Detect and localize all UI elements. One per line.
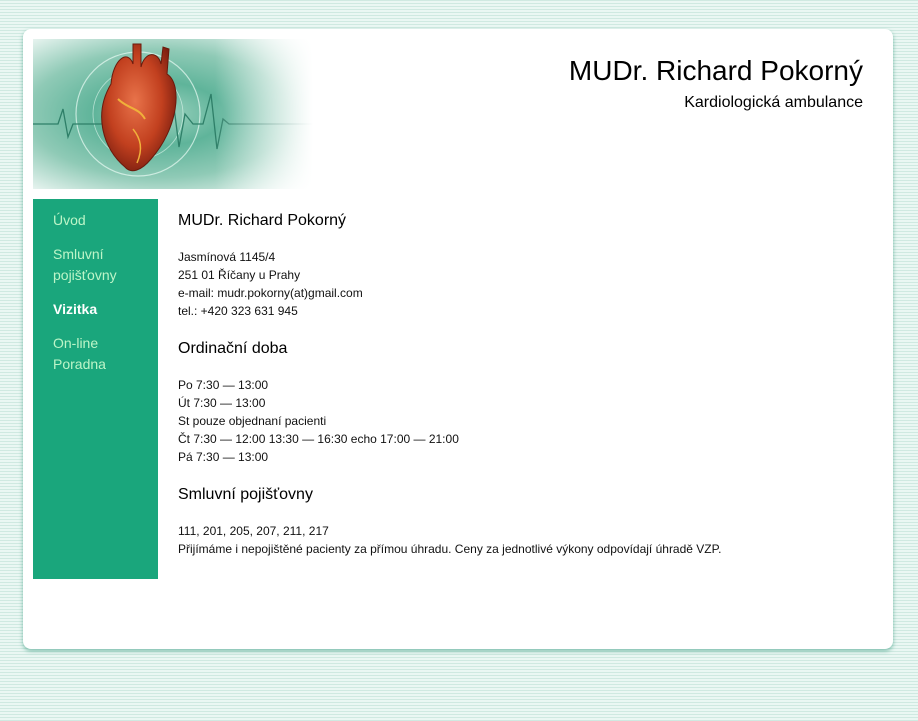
email-text: e-mail: mudr.pokorny(at)gmail.com [178, 286, 363, 300]
insurance-block: 111, 201, 205, 207, 211, 217 Přijímáme i… [178, 522, 868, 558]
office-hours-heading: Ordinační doba [178, 340, 288, 357]
site-title: MUDr. Richard Pokorný [568, 55, 863, 86]
main-content: MUDr. Richard Pokorný Jasmínová 1145/4 2… [178, 199, 868, 558]
site-subtitle: Kardiologická ambulance [684, 94, 863, 111]
hours-friday: Pá 7:30 — 13:00 [178, 450, 269, 464]
hours-thursday: Čt 7:30 — 12:00 13:30 — 16:30 echo 17:00… [178, 432, 459, 446]
sidebar-item-smluvni-pojistovny[interactable]: Smluvní pojišťovny [33, 244, 158, 286]
insurance-codes: 111, 201, 205, 207, 211, 217 [178, 524, 329, 538]
sidebar-item-uvod[interactable]: Úvod [33, 210, 158, 231]
address-street: Jasmínová 1145/4 [178, 250, 276, 264]
doctor-name-heading: MUDr. Richard Pokorný [178, 212, 347, 229]
sidebar-item-online-poradna[interactable]: On-line Poradna [33, 333, 158, 375]
insurance-note: Přijímáme i nepojištěné pacienty za přím… [178, 542, 722, 556]
insurance-heading: Smluvní pojišťovny [178, 486, 313, 503]
hours-tuesday: Út 7:30 — 13:00 [178, 396, 266, 410]
hours-monday: Po 7:30 — 13:00 [178, 378, 269, 392]
office-hours-block: Po 7:30 — 13:00 Út 7:30 — 13:00 St pouze… [178, 376, 868, 466]
hours-wednesday: St pouze objednaní pacienti [178, 414, 327, 428]
address-block: Jasmínová 1145/4 251 01 Říčany u Prahy e… [178, 248, 868, 320]
page-container: MUDr. Richard Pokorný Kardiologická ambu… [23, 29, 893, 649]
heart-ecg-illustration [33, 39, 313, 189]
sidebar-item-vizitka[interactable]: Vizitka [33, 299, 158, 320]
sidebar-nav: Úvod Smluvní pojišťovny Vizitka On-line … [33, 199, 158, 579]
address-city: 251 01 Říčany u Prahy [178, 268, 301, 282]
phone-text: tel.: +420 323 631 945 [178, 304, 298, 318]
